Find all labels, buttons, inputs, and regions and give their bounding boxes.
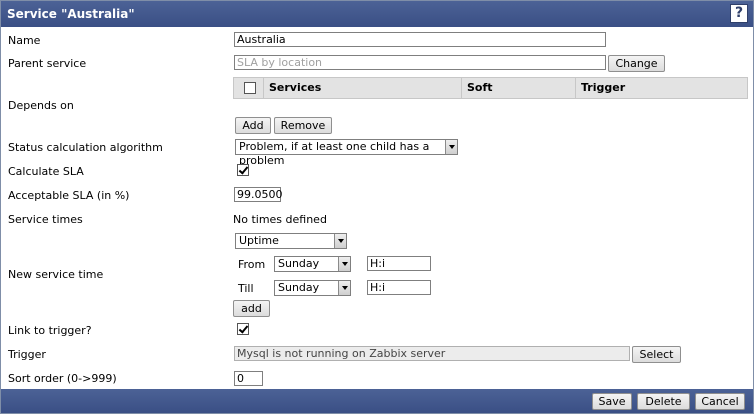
- depends-on-label: Depends on: [8, 99, 74, 112]
- service-times-label: Service times: [8, 213, 83, 226]
- dependencies-table-header: Services Soft Trigger: [233, 77, 748, 99]
- chevron-down-icon: [334, 234, 346, 248]
- from-day-value: Sunday: [278, 257, 320, 270]
- dialog-title: Service "Australia": [7, 7, 135, 21]
- service-time-type-select[interactable]: Uptime: [235, 233, 347, 249]
- remove-dependency-button[interactable]: Remove: [274, 117, 332, 134]
- calculate-sla-label: Calculate SLA: [8, 165, 84, 178]
- trigger-label: Trigger: [8, 348, 46, 361]
- parent-service-input[interactable]: SLA by location: [234, 55, 606, 70]
- from-day-select[interactable]: Sunday: [274, 256, 351, 272]
- cancel-button[interactable]: Cancel: [695, 393, 745, 410]
- dialog-footer: Save Delete Cancel: [1, 389, 753, 413]
- till-day-value: Sunday: [278, 281, 320, 294]
- select-all-cell: [234, 78, 264, 98]
- select-all-checkbox[interactable]: [244, 82, 256, 94]
- from-time-input[interactable]: H:i: [367, 256, 431, 271]
- save-button[interactable]: Save: [592, 393, 632, 410]
- till-label: Till: [238, 282, 254, 295]
- chevron-down-icon: [338, 281, 350, 295]
- service-times-value: No times defined: [233, 213, 327, 226]
- service-time-type-value: Uptime: [239, 234, 279, 247]
- till-day-select[interactable]: Sunday: [274, 280, 351, 296]
- algorithm-selected-value: Problem, if at least one child has a pro…: [239, 140, 430, 167]
- add-dependency-button[interactable]: Add: [235, 117, 271, 134]
- link-trigger-label: Link to trigger?: [8, 324, 92, 337]
- algorithm-select[interactable]: Problem, if at least one child has a pro…: [235, 139, 458, 167]
- add-service-time-button[interactable]: add: [233, 300, 270, 317]
- title-bar: Service "Australia" ?: [1, 1, 753, 27]
- delete-button[interactable]: Delete: [637, 393, 690, 410]
- column-trigger[interactable]: Trigger: [576, 78, 747, 98]
- from-label: From: [238, 258, 266, 271]
- calculate-sla-checkbox[interactable]: [237, 164, 249, 176]
- new-service-time-label: New service time: [8, 268, 104, 281]
- change-button[interactable]: Change: [608, 55, 665, 72]
- name-label: Name: [8, 34, 41, 47]
- chevron-down-icon: [338, 257, 350, 271]
- help-button[interactable]: ?: [730, 4, 748, 23]
- name-input[interactable]: Australia: [234, 32, 606, 47]
- column-soft[interactable]: Soft: [462, 78, 576, 98]
- acceptable-sla-label: Acceptable SLA (in %): [8, 189, 130, 202]
- algorithm-label: Status calculation algorithm: [8, 141, 163, 154]
- service-dialog: Service "Australia" ? Name Australia Par…: [0, 0, 754, 414]
- acceptable-sla-input[interactable]: 99.0500: [234, 187, 283, 202]
- select-trigger-button[interactable]: Select: [632, 346, 681, 363]
- sort-order-label: Sort order (0->999): [8, 372, 117, 385]
- till-time-input[interactable]: H:i: [367, 280, 431, 295]
- trigger-input: Mysql is not running on Zabbix server: [234, 346, 630, 361]
- parent-service-label: Parent service: [8, 57, 87, 70]
- link-trigger-checkbox[interactable]: [237, 323, 249, 335]
- chevron-down-icon: [445, 140, 457, 154]
- column-services[interactable]: Services: [264, 78, 462, 98]
- service-form: Name Australia Parent service SLA by loc…: [1, 27, 753, 389]
- sort-order-input[interactable]: 0: [234, 371, 263, 386]
